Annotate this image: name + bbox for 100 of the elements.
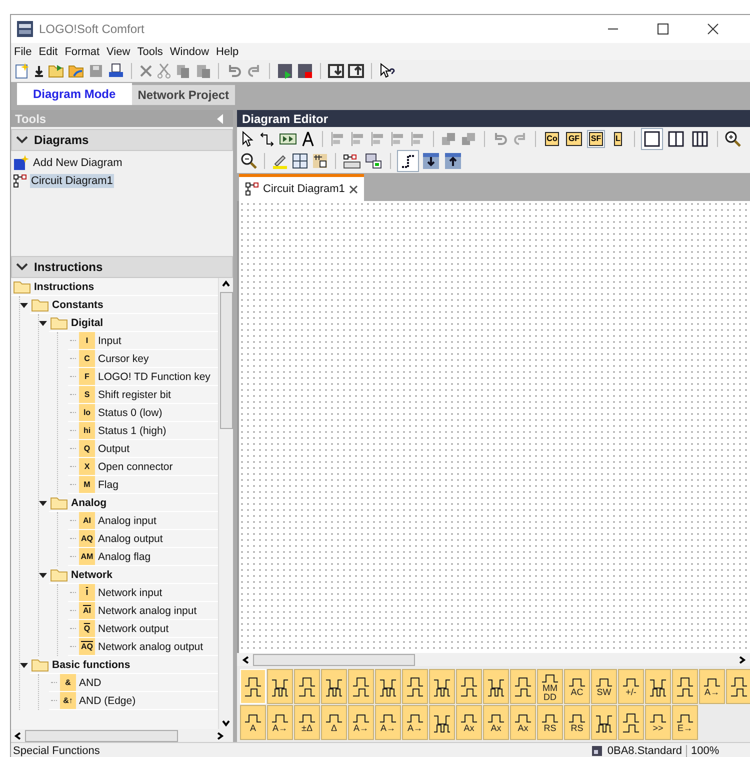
function-block-button[interactable]: Δ (321, 705, 347, 740)
two-pane-icon[interactable] (666, 129, 686, 149)
function-block-button[interactable]: A→ (699, 669, 725, 704)
function-block-button[interactable] (294, 669, 320, 704)
block-icon[interactable] (279, 133, 297, 145)
view-button[interactable]: GF (565, 130, 583, 148)
tree-folder[interactable]: Digital (49, 314, 218, 332)
tree-item[interactable]: AQ Analog output (68, 530, 218, 548)
three-pane-icon[interactable] (690, 129, 710, 149)
function-block-button[interactable]: Ax (483, 705, 509, 740)
function-block-button[interactable]: RS (564, 705, 590, 740)
chevron-down-icon[interactable] (16, 263, 28, 271)
function-block-button[interactable]: +/- (618, 669, 644, 704)
import-icon[interactable] (34, 63, 44, 79)
numbering-icon[interactable] (292, 153, 308, 169)
zoom-in-icon[interactable] (725, 131, 741, 147)
function-block-button[interactable]: AC (564, 669, 590, 704)
function-block-button[interactable]: A→ (375, 705, 401, 740)
view-button[interactable]: SF (587, 130, 605, 148)
function-block-button[interactable] (429, 705, 455, 740)
tree-item[interactable]: AI Analog input (68, 512, 218, 530)
function-block-button[interactable]: Ax (510, 705, 536, 740)
simulation-start-icon[interactable] (277, 63, 293, 79)
function-block-button[interactable] (348, 669, 374, 704)
scroll-left-icon[interactable] (13, 730, 23, 740)
tree-item[interactable]: AI Network analog input (68, 602, 218, 620)
function-block-button[interactable] (645, 669, 671, 704)
maximize-icon[interactable] (657, 23, 669, 35)
menu-item[interactable]: File (14, 46, 32, 58)
wire-routing-icon[interactable] (398, 151, 418, 171)
function-block-button[interactable]: Ax (456, 705, 482, 740)
print-icon[interactable] (108, 63, 124, 79)
single-pane-icon[interactable] (642, 129, 662, 149)
collapse-arrow-icon[interactable] (20, 300, 28, 308)
function-block-button[interactable] (456, 669, 482, 704)
tree-item[interactable]: AM Analog flag (68, 548, 218, 566)
download-icon[interactable] (328, 63, 344, 79)
tree-item[interactable]: & AND (49, 674, 218, 692)
vertical-scrollbar[interactable] (218, 278, 233, 729)
function-block-button[interactable]: ±Δ (294, 705, 320, 740)
move-up-icon[interactable] (444, 152, 462, 170)
function-block-button[interactable]: A→ (402, 705, 428, 740)
text-icon[interactable] (301, 131, 315, 147)
tree-item[interactable]: I Input (68, 332, 218, 350)
function-block-button[interactable]: E→ (672, 705, 698, 740)
view-button[interactable]: L (609, 130, 627, 148)
move-down-icon[interactable] (422, 152, 440, 170)
diagram-item[interactable]: Add New Diagram (11, 154, 233, 172)
function-block-button[interactable]: RS (537, 705, 563, 740)
tree-item[interactable]: lo Status 0 (low) (68, 404, 218, 422)
tree-item[interactable]: Q Network output (68, 620, 218, 638)
function-block-button[interactable]: A→ (348, 705, 374, 740)
function-block-button[interactable] (483, 669, 509, 704)
mode-tab[interactable]: Diagram Mode (17, 83, 132, 105)
function-block-button[interactable] (672, 669, 698, 704)
tree-folder[interactable]: Constants (30, 296, 218, 314)
tree-item[interactable]: hi Status 1 (high) (68, 422, 218, 440)
section-header[interactable]: Instructions (11, 256, 233, 278)
menu-item[interactable]: Edit (38, 46, 58, 58)
tree-folder[interactable]: Analog (49, 494, 218, 512)
scroll-left-icon[interactable] (241, 654, 251, 664)
tree-item[interactable]: C Cursor key (68, 350, 218, 368)
menu-item[interactable]: Tools (137, 46, 163, 58)
new-file-icon[interactable] (14, 63, 30, 79)
tree-item[interactable]: I Network input (68, 584, 218, 602)
collapse-arrow-icon[interactable] (39, 570, 47, 578)
menu-item[interactable]: Window (170, 46, 210, 58)
tree-folder[interactable]: Network (49, 566, 218, 584)
tree-item[interactable]: F LOGO! TD Function key (68, 368, 218, 386)
function-block-button[interactable]: >> (645, 705, 671, 740)
menu-item[interactable]: View (106, 46, 130, 58)
pencil-icon[interactable] (272, 153, 288, 169)
pointer-icon[interactable] (241, 131, 255, 147)
diagram-item[interactable]: Circuit Diagram1 (11, 172, 233, 190)
open-folder-icon[interactable] (68, 63, 84, 79)
scroll-right-icon[interactable] (215, 730, 225, 740)
function-block-button[interactable]: A→ (267, 705, 293, 740)
function-block-button[interactable] (726, 669, 750, 704)
simulation-icon[interactable] (343, 153, 361, 169)
tree-item[interactable]: Q Output (68, 440, 218, 458)
view-button[interactable]: Co (543, 130, 561, 148)
diagram-canvas[interactable] (237, 201, 750, 653)
scroll-right-icon[interactable] (737, 654, 747, 664)
tree-item[interactable]: X Open connector (68, 458, 218, 476)
menu-item[interactable]: Help (216, 46, 239, 58)
tree-folder[interactable]: Instructions (11, 278, 218, 296)
connector-icon[interactable] (259, 131, 275, 147)
zoom-out-icon[interactable] (241, 153, 257, 169)
contact-icon[interactable] (312, 153, 328, 169)
function-block-button[interactable] (618, 705, 644, 740)
mode-tab[interactable]: Network Project (132, 85, 236, 105)
function-block-button[interactable] (429, 669, 455, 704)
chevron-down-icon[interactable] (16, 136, 28, 144)
menu-item[interactable]: Format (64, 46, 100, 58)
function-block-button[interactable] (510, 669, 536, 704)
function-block-button[interactable]: A (240, 705, 266, 740)
document-tab[interactable]: Circuit Diagram1 (239, 174, 364, 201)
function-block-button[interactable] (591, 705, 617, 740)
upload-icon[interactable] (348, 63, 364, 79)
function-block-button[interactable] (321, 669, 347, 704)
